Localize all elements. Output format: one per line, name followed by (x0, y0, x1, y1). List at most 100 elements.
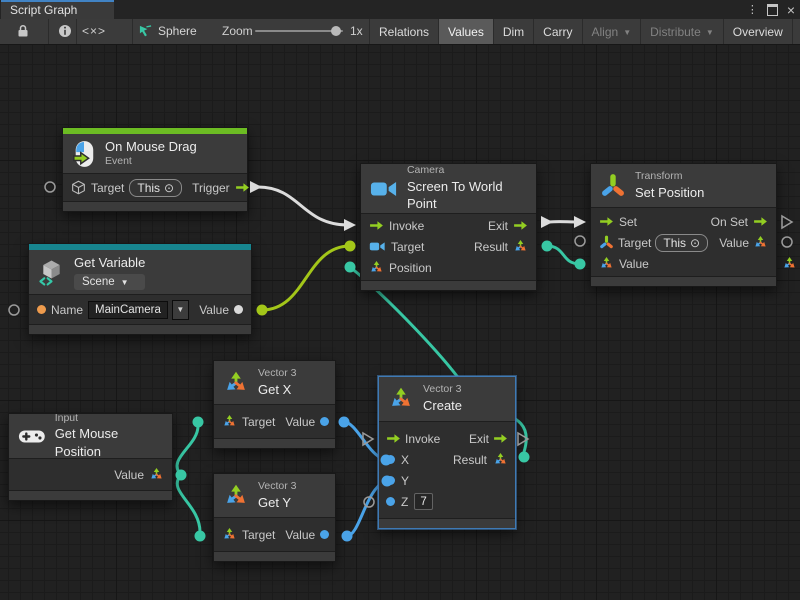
inspect-button[interactable] (58, 19, 72, 43)
port-label-value: Value (285, 528, 315, 542)
node-set-position[interactable]: Transform Set Position Set On Set Target… (590, 163, 777, 287)
object-picker-icon[interactable]: ⊙ (690, 237, 700, 249)
vector3-icon[interactable] (599, 256, 614, 271)
port-label-y: Y (401, 474, 409, 488)
port-label-target: Target (91, 181, 124, 195)
vector3-icon[interactable] (753, 235, 768, 250)
port-value-dot[interactable] (320, 530, 329, 539)
z-value: 7 (420, 496, 426, 508)
port-value-dot[interactable] (320, 417, 329, 426)
vector3-icon[interactable] (222, 414, 237, 429)
flow-arrow-icon[interactable] (386, 433, 401, 444)
transform-icon (600, 173, 626, 199)
port-label-result: Result (474, 240, 508, 254)
port-label-set: Set (619, 215, 637, 229)
flow-arrow-icon[interactable] (369, 220, 384, 231)
align-menu[interactable]: Align ▼ (582, 19, 641, 44)
values-toggle[interactable]: Values (438, 19, 493, 44)
distribute-menu[interactable]: Distribute ▼ (640, 19, 723, 44)
node-title: Get Variable (74, 254, 145, 272)
node-category: Vector 3 (423, 383, 462, 397)
vector3-icon[interactable] (222, 527, 237, 542)
zoom-slider[interactable] (255, 19, 343, 43)
fullscreen-button[interactable]: Full Screen (792, 19, 800, 44)
relations-toggle[interactable]: Relations (369, 19, 438, 44)
port-label-target: Target (391, 240, 424, 254)
node-vector3-create[interactable]: Vector 3 Create Invoke Exit X Result Y Z (378, 376, 516, 529)
flow-arrow-icon[interactable] (753, 216, 768, 227)
dim-toggle[interactable]: Dim (493, 19, 533, 44)
vector3-icon[interactable] (493, 452, 508, 467)
node-on-mouse-drag[interactable]: On Mouse Drag Event Target This ⊙ Trigge… (62, 127, 248, 212)
z-value-input[interactable]: 7 (414, 493, 432, 510)
flow-arrow-icon[interactable] (493, 433, 508, 444)
node-header: Vector 3 Get Y (214, 474, 335, 518)
variable-icon (38, 259, 65, 286)
port-y-dot[interactable] (386, 476, 395, 485)
port-label-value-out: Value (719, 236, 749, 250)
carry-toggle[interactable]: Carry (533, 19, 581, 44)
node-category: Camera (407, 164, 527, 178)
node-header: Input Get Mouse Position (9, 414, 172, 459)
vector3-icon[interactable] (513, 239, 528, 254)
node-footer (361, 280, 536, 290)
port-z-dot[interactable] (386, 497, 395, 506)
transform-icon[interactable] (599, 235, 614, 250)
node-header: Vector 3 Create (379, 377, 515, 422)
graph-context[interactable]: Sphere (139, 19, 197, 43)
port-label-value: Value (199, 303, 229, 317)
port-name-dot[interactable] (37, 305, 46, 314)
node-footer (214, 438, 335, 448)
node-get-variable[interactable]: Get Variable Scene ▼ Name MainCamera ▼ V… (28, 243, 252, 335)
overview-button[interactable]: Overview (723, 19, 792, 44)
chevron-down-icon: ▼ (623, 28, 631, 37)
port-x-dot[interactable] (386, 455, 395, 464)
variable-scope-dropdown[interactable]: Scene ▼ (74, 274, 145, 290)
maximize-icon[interactable] (767, 4, 778, 16)
zoom-value: 1x (350, 19, 363, 43)
tab-label: Script Graph (10, 3, 77, 17)
port-label-target: Target (242, 415, 275, 429)
graph-pointer-icon (139, 25, 152, 38)
port-value-dot[interactable] (234, 305, 243, 314)
flow-arrow-icon[interactable] (235, 182, 250, 193)
node-footer (29, 324, 251, 334)
node-header: Get Variable Scene ▼ (29, 250, 251, 295)
target-self-chip[interactable]: This ⊙ (655, 234, 708, 252)
tab-strip: Script Graph ⋮ × (0, 0, 800, 19)
flow-arrow-icon[interactable] (599, 216, 614, 227)
flow-arrow-icon[interactable] (513, 220, 528, 231)
node-title: Create (423, 397, 462, 415)
object-picker-icon[interactable]: ⊙ (164, 182, 174, 194)
node-get-mouse-position[interactable]: Input Get Mouse Position Value (8, 413, 173, 501)
variable-name-field[interactable]: MainCamera (88, 301, 168, 319)
window-menu-icon[interactable]: ⋮ (747, 3, 758, 16)
node-footer (9, 490, 172, 500)
chevron-down-icon: ▼ (121, 278, 129, 287)
port-label-z: Z (401, 495, 408, 509)
port-label-x: X (401, 453, 409, 467)
code-preview-button[interactable]: <×> (82, 19, 106, 43)
port-label-target: Target (242, 528, 275, 542)
vector3-icon[interactable] (149, 467, 164, 482)
node-footer (63, 201, 247, 211)
zoom-slider-handle[interactable] (331, 26, 341, 36)
close-icon[interactable]: × (787, 5, 795, 15)
node-footer (591, 276, 776, 286)
node-title: Get Y (258, 494, 297, 512)
node-header: On Mouse Drag Event (63, 134, 247, 174)
camera-icon[interactable] (369, 241, 386, 252)
target-self-chip[interactable]: This ⊙ (129, 179, 182, 197)
lock-button[interactable] (16, 19, 30, 43)
node-category: Transform (635, 170, 704, 184)
variable-name-dropdown[interactable]: ▼ (172, 300, 189, 320)
port-label-invoke: Invoke (389, 219, 424, 233)
node-get-y[interactable]: Vector 3 Get Y Target Value (213, 473, 336, 562)
vector3-icon[interactable] (369, 260, 384, 275)
node-screen-to-world-point[interactable]: Camera Screen To World Point Invoke Exit… (360, 163, 537, 291)
tab-script-graph[interactable]: Script Graph (1, 0, 114, 19)
vector3-icon (223, 370, 249, 396)
zoom-slider-track[interactable] (255, 30, 343, 32)
scope-label: Scene (82, 276, 115, 288)
node-get-x[interactable]: Vector 3 Get X Target Value (213, 360, 336, 449)
